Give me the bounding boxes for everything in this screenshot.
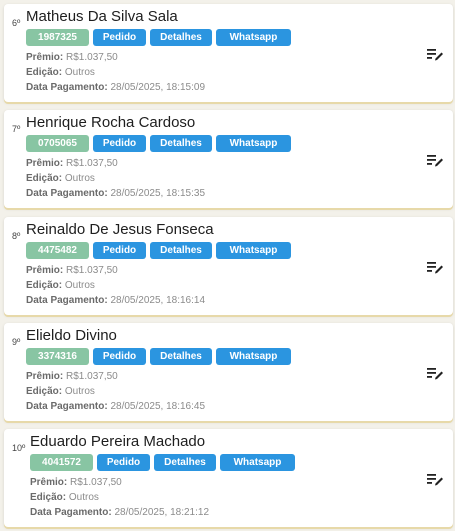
code-badge: 0705065 (26, 135, 89, 152)
rank-label: 7º (12, 124, 21, 134)
whatsapp-button[interactable]: Whatsapp (216, 348, 291, 365)
rank-label: 10º (12, 443, 26, 453)
edicao-value: Outros (64, 67, 95, 78)
whatsapp-button[interactable]: Whatsapp (220, 454, 295, 471)
edicao-line: Edição: Outros (26, 280, 95, 291)
action-row: 0705065 Pedido Detalhes Whatsapp (26, 135, 291, 152)
data-pagamento-value: 28/05/2025, 18:15:09 (110, 82, 205, 93)
winner-name: Reinaldo De Jesus Fonseca (26, 221, 214, 238)
data-pagamento-label: Data Pagamento: (26, 82, 108, 93)
code-badge: 4475482 (26, 242, 89, 259)
rank-label: 6º (12, 18, 21, 28)
data-pagamento-line: Data Pagamento: 28/05/2025, 18:15:35 (26, 188, 205, 199)
edicao-label: Edição: (30, 492, 67, 503)
rank-label: 9º (12, 337, 21, 347)
winner-card: 8º Reinaldo De Jesus Fonseca 4475482 Ped… (4, 217, 453, 315)
action-row: 4041572 Pedido Detalhes Whatsapp (30, 454, 295, 471)
edit-list-icon[interactable] (427, 154, 443, 168)
code-badge: 3374316 (26, 348, 89, 365)
edicao-line: Edição: Outros (26, 173, 95, 184)
edicao-label: Edição: (26, 173, 63, 184)
data-pagamento-label: Data Pagamento: (26, 401, 108, 412)
whatsapp-button[interactable]: Whatsapp (216, 135, 291, 152)
detalhes-button[interactable]: Detalhes (150, 29, 212, 46)
premio-label: Prêmio: (26, 371, 64, 382)
premio-value: R$1.037,50 (66, 52, 118, 63)
premio-line: Prêmio: R$1.037,50 (26, 265, 118, 276)
winner-name: Henrique Rocha Cardoso (26, 114, 196, 131)
premio-line: Prêmio: R$1.037,50 (26, 158, 118, 169)
winner-card: 10º Eduardo Pereira Machado 4041572 Pedi… (4, 429, 453, 527)
winner-name: Elieldo Divino (26, 327, 117, 344)
data-pagamento-label: Data Pagamento: (30, 507, 112, 518)
premio-label: Prêmio: (26, 52, 64, 63)
pedido-button[interactable]: Pedido (93, 348, 146, 365)
edicao-value: Outros (68, 492, 99, 503)
edicao-line: Edição: Outros (30, 492, 99, 503)
edicao-value: Outros (64, 386, 95, 397)
code-badge: 4041572 (30, 454, 93, 471)
premio-label: Prêmio: (26, 265, 64, 276)
edicao-line: Edição: Outros (26, 67, 95, 78)
action-row: 1987325 Pedido Detalhes Whatsapp (26, 29, 291, 46)
action-row: 3374316 Pedido Detalhes Whatsapp (26, 348, 291, 365)
detalhes-button[interactable]: Detalhes (150, 348, 212, 365)
edicao-value: Outros (64, 280, 95, 291)
pedido-button[interactable]: Pedido (93, 29, 146, 46)
pedido-button[interactable]: Pedido (97, 454, 150, 471)
edit-list-icon[interactable] (427, 473, 443, 487)
edicao-label: Edição: (26, 67, 63, 78)
data-pagamento-line: Data Pagamento: 28/05/2025, 18:21:12 (30, 507, 209, 518)
data-pagamento-value: 28/05/2025, 18:16:45 (110, 401, 205, 412)
code-badge: 1987325 (26, 29, 89, 46)
data-pagamento-line: Data Pagamento: 28/05/2025, 18:15:09 (26, 82, 205, 93)
data-pagamento-value: 28/05/2025, 18:16:14 (110, 295, 205, 306)
winner-card: 6º Matheus Da Silva Sala 1987325 Pedido … (4, 4, 453, 102)
detalhes-button[interactable]: Detalhes (154, 454, 216, 471)
premio-value: R$1.037,50 (66, 265, 118, 276)
detalhes-button[interactable]: Detalhes (150, 242, 212, 259)
data-pagamento-label: Data Pagamento: (26, 188, 108, 199)
premio-line: Prêmio: R$1.037,50 (30, 477, 122, 488)
premio-line: Prêmio: R$1.037,50 (26, 371, 118, 382)
premio-value: R$1.037,50 (70, 477, 122, 488)
premio-value: R$1.037,50 (66, 371, 118, 382)
winner-card: 9º Elieldo Divino 3374316 Pedido Detalhe… (4, 323, 453, 421)
premio-line: Prêmio: R$1.037,50 (26, 52, 118, 63)
data-pagamento-value: 28/05/2025, 18:21:12 (114, 507, 209, 518)
data-pagamento-line: Data Pagamento: 28/05/2025, 18:16:14 (26, 295, 205, 306)
premio-value: R$1.037,50 (66, 158, 118, 169)
winner-name: Matheus Da Silva Sala (26, 8, 178, 25)
edit-list-icon[interactable] (427, 48, 443, 62)
edicao-label: Edição: (26, 280, 63, 291)
data-pagamento-value: 28/05/2025, 18:15:35 (110, 188, 205, 199)
winner-name: Eduardo Pereira Machado (30, 433, 206, 450)
detalhes-button[interactable]: Detalhes (150, 135, 212, 152)
winner-card: 7º Henrique Rocha Cardoso 0705065 Pedido… (4, 110, 453, 208)
edicao-line: Edição: Outros (26, 386, 95, 397)
pedido-button[interactable]: Pedido (93, 135, 146, 152)
whatsapp-button[interactable]: Whatsapp (216, 242, 291, 259)
rank-label: 8º (12, 231, 21, 241)
edit-list-icon[interactable] (427, 367, 443, 381)
edicao-value: Outros (64, 173, 95, 184)
premio-label: Prêmio: (30, 477, 68, 488)
premio-label: Prêmio: (26, 158, 64, 169)
data-pagamento-line: Data Pagamento: 28/05/2025, 18:16:45 (26, 401, 205, 412)
action-row: 4475482 Pedido Detalhes Whatsapp (26, 242, 291, 259)
data-pagamento-label: Data Pagamento: (26, 295, 108, 306)
whatsapp-button[interactable]: Whatsapp (216, 29, 291, 46)
edicao-label: Edição: (26, 386, 63, 397)
edit-list-icon[interactable] (427, 261, 443, 275)
pedido-button[interactable]: Pedido (93, 242, 146, 259)
